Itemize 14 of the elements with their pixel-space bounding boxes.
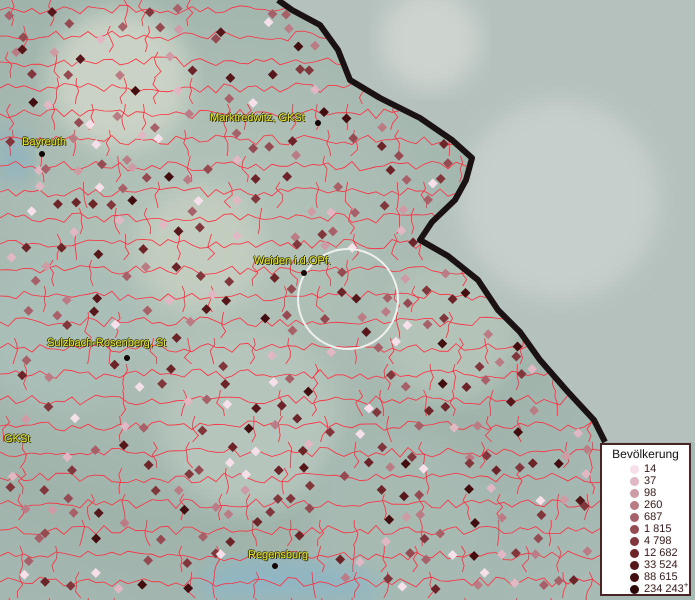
legend-label: 687: [644, 511, 662, 523]
legend-title: Bevölkerung: [611, 447, 680, 461]
legend-label: 14: [644, 463, 656, 475]
legend-label: 33 524: [644, 559, 678, 571]
legend-label: 12 682: [644, 547, 678, 559]
legend-label: 4 798: [644, 535, 672, 547]
place-label: GKSt: [4, 433, 30, 446]
legend-label: 260: [644, 499, 662, 511]
legend-label: 234 243$^{+}$: [644, 583, 688, 595]
legend-label: 98: [644, 487, 656, 499]
legend-label: 88 615: [644, 571, 678, 583]
place-label: Weiden i.d.OPf.: [254, 255, 331, 268]
legend-label: 37: [644, 475, 656, 487]
legend-label: 1 815: [644, 523, 672, 535]
